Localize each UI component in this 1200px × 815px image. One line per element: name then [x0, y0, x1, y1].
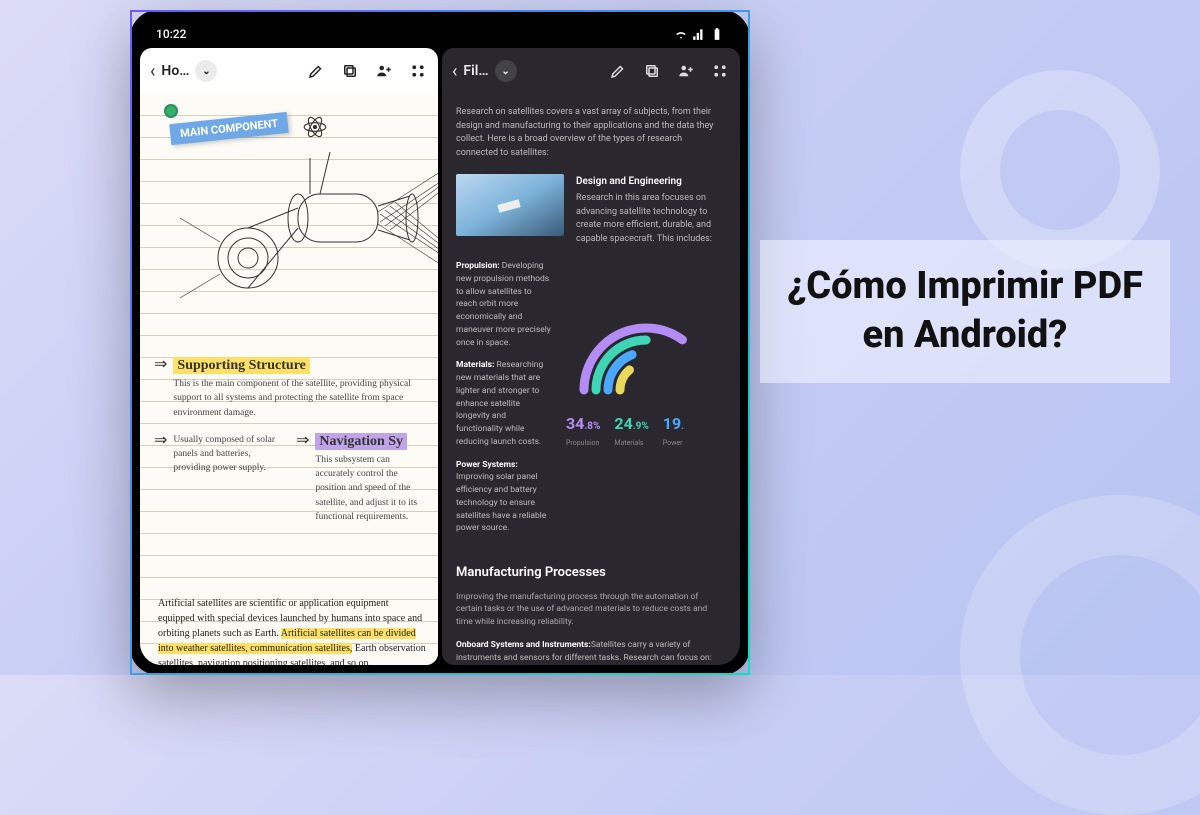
dark-document[interactable]: Research on satellites covers a vast arr…: [442, 94, 740, 665]
battery-icon: [710, 27, 724, 41]
bg-decor-circle: [960, 495, 1200, 815]
onboard-label: Onboard Systems and Instruments:: [456, 640, 591, 650]
user-add-icon[interactable]: [374, 61, 394, 81]
back-button[interactable]: ‹: [150, 61, 155, 82]
stats-row: 34.8%Propulsion 24.9%Materials 19.Power: [566, 412, 726, 449]
right-toolbar: ‹ Fil… ⌄: [442, 48, 740, 94]
arrow-icon: ⇒: [154, 430, 167, 449]
stat-item: 19.Power: [663, 412, 684, 449]
apps-icon[interactable]: [710, 61, 730, 81]
status-icons: [674, 27, 724, 41]
satellite-photo: [456, 174, 564, 236]
satellite-sketch: [180, 134, 438, 334]
section-heading: Manufacturing Processes: [456, 563, 726, 583]
tablet-frame: 10:22 ‹ Ho… ⌄: [130, 10, 750, 675]
highlighter-icon[interactable]: [306, 61, 326, 81]
pane-title[interactable]: Fil…: [463, 63, 488, 79]
left-pane: ‹ Ho… ⌄ MAIN COMPONENT: [140, 48, 438, 665]
right-pane: ‹ Fil… ⌄ Research on satellites covers a…: [442, 48, 740, 665]
stat-item: 34.8%Propulsion: [566, 412, 600, 449]
split-view: ‹ Ho… ⌄ MAIN COMPONENT: [140, 48, 740, 665]
tablet-screen: 10:22 ‹ Ho… ⌄: [140, 20, 740, 665]
intro-text: Research on satellites covers a vast arr…: [456, 106, 726, 160]
page-headline: ¿Cómo Imprimir PDF en Android?: [760, 240, 1170, 383]
copy-icon[interactable]: [340, 61, 360, 81]
note-sections: ⇒ Supporting Structure This is the main …: [154, 354, 428, 534]
status-time: 10:22: [156, 27, 186, 41]
bullet-item: Propulsion: Developing new propulsion me…: [456, 260, 554, 349]
wifi-icon: [674, 27, 688, 41]
paragraph-block: Artificial satellites are scientific or …: [158, 596, 426, 665]
apps-icon[interactable]: [408, 61, 428, 81]
bullet-item: Power Systems: Improving solar panel eff…: [456, 459, 554, 536]
notebook-page[interactable]: MAIN COMPONENT: [140, 94, 438, 665]
section-body: This subsystem can accurately control th…: [315, 453, 428, 524]
bullet-item: Materials: Researching new materials tha…: [456, 359, 554, 448]
section-body: Usually composed of solar panels and bat…: [173, 433, 286, 476]
onboard-line: Onboard Systems and Instruments:Satellit…: [456, 639, 726, 665]
pane-title[interactable]: Ho…: [161, 63, 189, 79]
section-title: Navigation Sy: [315, 433, 407, 450]
section-heading: Design and Engineering: [576, 174, 726, 189]
user-add-icon[interactable]: [676, 61, 696, 81]
title-dropdown[interactable]: ⌄: [195, 60, 217, 82]
signal-icon: [692, 27, 706, 41]
section-body: Research in this area focuses on advanci…: [576, 193, 712, 244]
bullet-list: Propulsion: Developing new propulsion me…: [456, 260, 554, 545]
arrow-icon: ⇒: [154, 354, 167, 373]
copy-icon[interactable]: [642, 61, 662, 81]
section-body: This is the main component of the satell…: [173, 377, 428, 420]
highlighter-icon[interactable]: [608, 61, 628, 81]
arrow-icon: ⇒: [296, 430, 309, 449]
left-toolbar: ‹ Ho… ⌄: [140, 48, 438, 94]
stat-item: 24.9%Materials: [614, 412, 648, 449]
status-bar: 10:22: [140, 20, 740, 48]
section-title: Supporting Structure: [173, 357, 309, 374]
back-button[interactable]: ‹: [452, 61, 457, 82]
ring-chart: 34.8%Propulsion24.9%Materials19.Power: [566, 260, 726, 410]
section-sub: Improving the manufacturing process thro…: [456, 591, 726, 629]
title-dropdown[interactable]: ⌄: [495, 60, 517, 82]
pushpin-icon: [164, 104, 178, 118]
